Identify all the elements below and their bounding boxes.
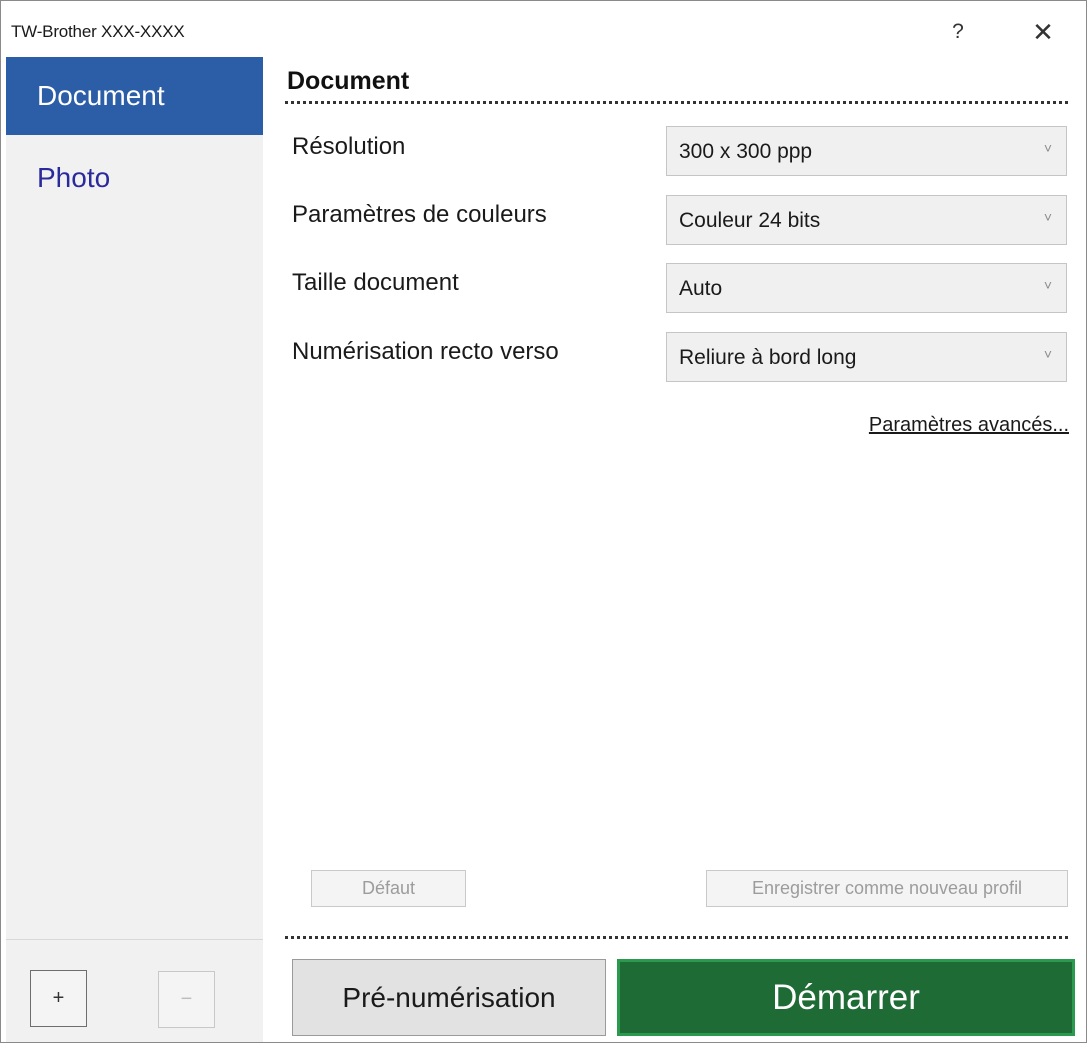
settings-panel: Document Résolution 300 x 300 ppp ˅ Para… xyxy=(263,57,1086,1042)
sidebar-item-photo[interactable]: Photo xyxy=(6,139,263,217)
title-bar: TW-Brother XXX-XXXX ? ✕ xyxy=(1,1,1086,57)
section-divider xyxy=(285,101,1068,104)
color-settings-select[interactable]: Couleur 24 bits ˅ xyxy=(666,195,1067,245)
advanced-settings-link[interactable]: Paramètres avancés... xyxy=(869,414,1069,437)
close-button[interactable]: ✕ xyxy=(1023,15,1063,49)
duplex-scan-label: Numérisation recto verso xyxy=(292,338,559,365)
add-profile-button[interactable]: + xyxy=(30,970,87,1027)
document-size-label: Taille document xyxy=(292,269,459,296)
duplex-scan-select[interactable]: Reliure à bord long ˅ xyxy=(666,332,1067,382)
scanner-dialog: TW-Brother XXX-XXXX ? ✕ Document Photo +… xyxy=(0,0,1087,1043)
prescan-button[interactable]: Pré-numérisation xyxy=(292,959,606,1036)
chevron-down-icon: ˅ xyxy=(1043,140,1052,156)
chevron-down-icon: ˅ xyxy=(1043,209,1052,225)
section-title: Document xyxy=(287,67,410,95)
window-title: TW-Brother XXX-XXXX xyxy=(11,22,185,41)
chevron-down-icon: ˅ xyxy=(1043,277,1052,293)
profile-sidebar: Document Photo xyxy=(6,57,263,939)
sidebar-item-document[interactable]: Document xyxy=(6,57,263,135)
help-button[interactable]: ? xyxy=(943,17,973,47)
color-settings-label: Paramètres de couleurs xyxy=(292,201,547,228)
document-size-select[interactable]: Auto ˅ xyxy=(666,263,1067,313)
save-new-profile-button[interactable]: Enregistrer comme nouveau profil xyxy=(706,870,1068,907)
resolution-value: 300 x 300 ppp xyxy=(679,140,813,163)
color-settings-value: Couleur 24 bits xyxy=(679,209,821,232)
footer-divider xyxy=(285,936,1068,939)
start-button[interactable]: Démarrer xyxy=(617,959,1075,1036)
sidebar-item-label: Photo xyxy=(37,162,111,193)
resolution-select[interactable]: 300 x 300 ppp ˅ xyxy=(666,126,1067,176)
resolution-label: Résolution xyxy=(292,133,406,160)
default-button[interactable]: Défaut xyxy=(311,870,466,907)
sidebar-item-label: Document xyxy=(37,80,165,111)
chevron-down-icon: ˅ xyxy=(1043,346,1052,362)
duplex-scan-value: Reliure à bord long xyxy=(679,346,857,369)
document-size-value: Auto xyxy=(679,277,723,300)
remove-profile-button[interactable]: − xyxy=(158,971,215,1028)
sidebar-footer: + − xyxy=(6,939,263,1042)
